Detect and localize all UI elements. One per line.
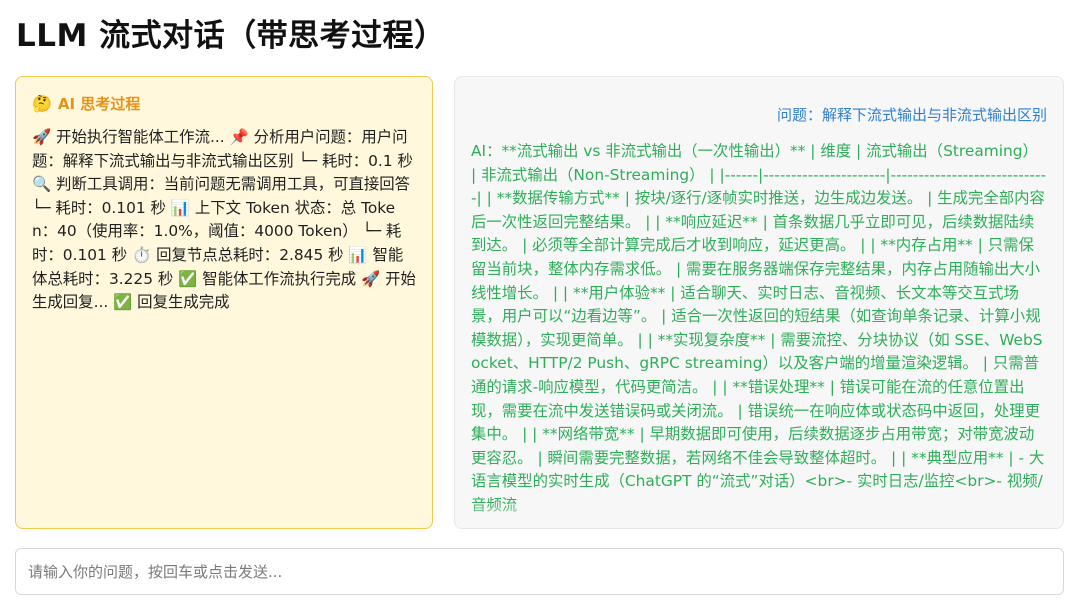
thinking-title: AI 思考过程 — [57, 95, 141, 113]
page-title: LLM 流式对话（带思考过程） — [16, 18, 446, 54]
user-message: 问题：解释下流式输出与非流式输出区别 — [776, 106, 1047, 124]
thinking-content: 🚀 开始执行智能体工作流... 📌 分析用户问题：用户问题：解释下流式输出与非流… — [32, 128, 416, 312]
thinking-face-icon: 🤔 — [32, 93, 52, 113]
thinking-header: 🤔 AI 思考过程 — [32, 93, 418, 114]
question-input[interactable] — [15, 548, 1064, 595]
ai-message: AI：**流式输出 vs 非流式输出（一次性输出）** | 维度 | 流式输出（… — [471, 142, 1047, 514]
thinking-panel: 🤔 AI 思考过程 🚀 开始执行智能体工作流... 📌 分析用户问题：用户问题：… — [15, 76, 433, 529]
chat-panel[interactable]: 问题：解释下流式输出与非流式输出区别 AI：**流式输出 vs 非流式输出（一次… — [454, 76, 1064, 529]
